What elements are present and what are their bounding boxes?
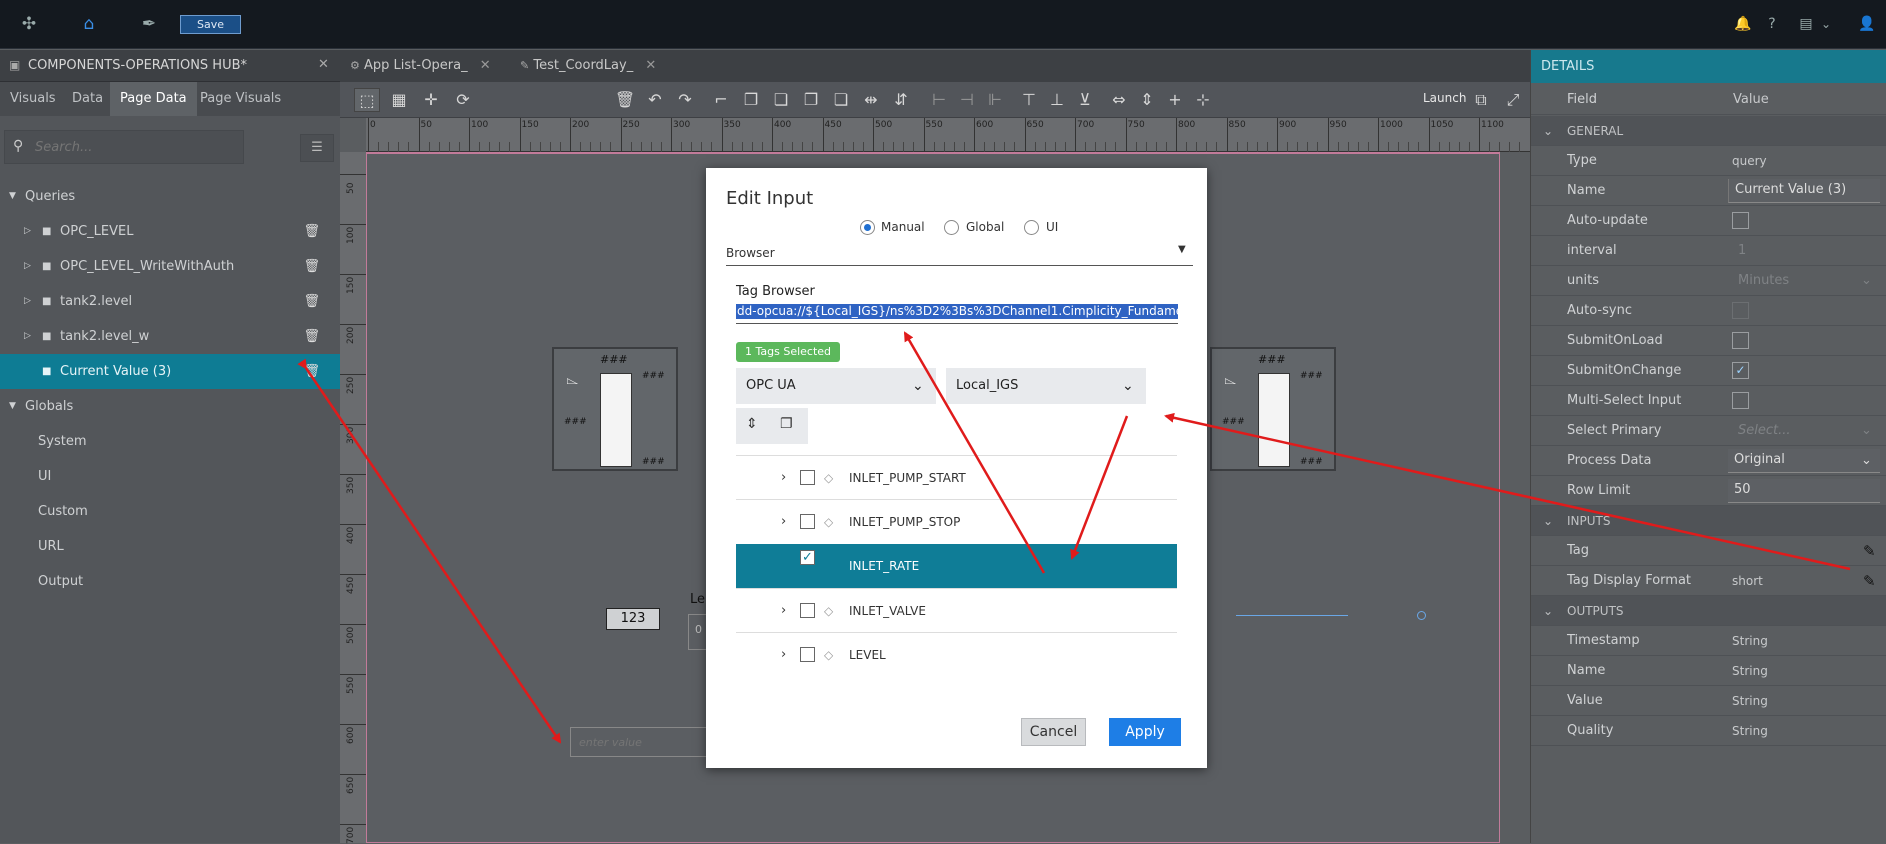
arrow-to-tag-path [903,331,1046,574]
arrow-query-to-input [297,358,562,744]
arrow-from-tag-edit [1164,412,1851,571]
annotation-arrows [297,331,1851,744]
arrow-to-selected-tag [1070,415,1129,560]
